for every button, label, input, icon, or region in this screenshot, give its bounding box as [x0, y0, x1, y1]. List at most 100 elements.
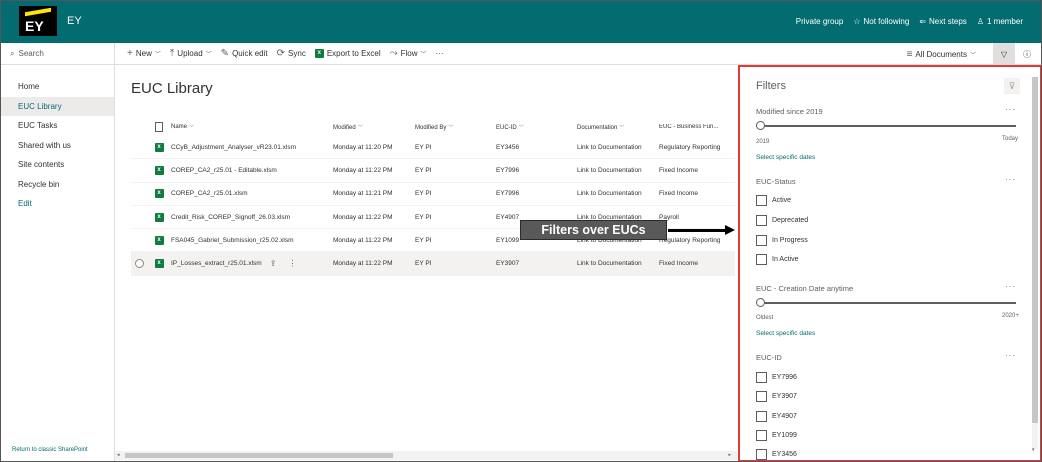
modified-by-cell[interactable]: EY PI — [415, 237, 496, 244]
table-row-hovered[interactable]: x IP_Losses_extract_r25.01.xlsm ⇪ ⋮ Mond… — [131, 252, 735, 276]
file-name[interactable]: Credit_Risk_COREP_Signoff_26.03.xlsm — [171, 214, 333, 221]
euc-id-cell: EY7996 — [496, 166, 520, 174]
members-button[interactable]: ♙ 1 member — [977, 17, 1023, 26]
clear-filter-icon[interactable]: ⊽ — [1004, 78, 1020, 94]
modified-slider-max: Today — [1002, 136, 1019, 142]
modified-by-cell[interactable]: EY PI — [415, 167, 496, 174]
nav-item-euc-library[interactable]: EUC Library — [1, 96, 114, 116]
file-name[interactable]: COREP_CA2_r25.01.xlsm — [171, 190, 333, 197]
column-header-business-function[interactable]: EUC - Business Fun... — [659, 124, 729, 130]
column-header-name[interactable]: Name ﹀ — [171, 124, 333, 131]
checkbox[interactable] — [756, 391, 767, 402]
file-name[interactable]: IP_Losses_extract_r25.01.xlsm ⇪ ⋮ — [171, 259, 333, 268]
nav-item-euc-tasks[interactable]: EUC Tasks — [1, 116, 114, 136]
nav-item-home[interactable]: Home — [1, 77, 114, 97]
info-icon[interactable]: ⓘ — [1023, 49, 1031, 60]
modified-by-cell[interactable]: EY PI — [415, 190, 496, 197]
next-steps-button[interactable]: ⇐ Next steps — [919, 17, 967, 26]
site-title[interactable]: EY — [67, 15, 82, 27]
scroll-right-icon[interactable]: ▸ — [728, 452, 731, 458]
checkbox[interactable] — [756, 195, 767, 206]
creation-more-button[interactable]: ··· — [1005, 282, 1016, 291]
column-header-modified-by[interactable]: Modified By ﹀ — [415, 124, 496, 131]
scroll-left-icon[interactable]: ◂ — [117, 452, 120, 458]
view-selector[interactable]: ≡ All Documents ﹀ — [907, 49, 976, 60]
file-type-header[interactable] — [147, 122, 171, 132]
checkbox[interactable] — [756, 411, 767, 422]
file-name[interactable]: CCyB_Adjustment_Analyser_vR23.01.xlsm — [171, 144, 333, 151]
return-to-classic-link[interactable]: Return to classic SharePoint — [12, 447, 88, 453]
modified-slider-thumb[interactable] — [756, 121, 765, 130]
upload-button[interactable]: ⤒ Upload ﹀ — [170, 48, 212, 59]
documentation-link[interactable]: Link to Documentation — [577, 167, 659, 174]
share-icon[interactable]: ⇪ — [270, 259, 277, 268]
status-option-in-active[interactable]: In Active — [756, 254, 798, 265]
euc-id-option[interactable]: EY4907 — [756, 411, 797, 422]
row-select-radio[interactable] — [134, 259, 144, 269]
new-button[interactable]: + New ﹀ — [127, 48, 161, 59]
euc-id-option[interactable]: EY3456 — [756, 449, 797, 460]
modified-cell: Monday at 11:21 PM — [333, 190, 393, 198]
status-option-deprecated[interactable]: Deprecated — [756, 215, 808, 226]
column-header-documentation[interactable]: Documentation ﹀ — [577, 124, 659, 131]
nav-edit-link[interactable]: Edit — [1, 194, 114, 214]
follow-button[interactable]: ☆ Not following — [853, 17, 909, 26]
documentation-link[interactable]: Link to Documentation — [577, 190, 659, 197]
file-name[interactable]: COREP_CA2_r25.01 - Editable.xlsm — [171, 167, 333, 174]
modified-by-cell[interactable]: EY PI — [415, 260, 496, 267]
column-header-euc-id[interactable]: EUC-ID ﹀ — [496, 124, 577, 131]
checkbox[interactable] — [756, 372, 767, 383]
checkbox[interactable] — [756, 235, 767, 246]
euc-id-option[interactable]: EY3907 — [756, 391, 797, 402]
modified-select-dates-link[interactable]: Select specific dates — [756, 154, 815, 161]
flow-button[interactable]: ⤳ Flow ﹀ — [390, 48, 427, 59]
documentation-link[interactable]: Link to Documentation — [577, 144, 659, 151]
modified-more-button[interactable]: ··· — [1005, 105, 1016, 114]
modified-slider-track[interactable] — [758, 125, 1016, 127]
table-row[interactable]: x COREP_CA2_r25.01.xlsm Monday at 11:21 … — [131, 183, 735, 206]
sync-button[interactable]: ⟳ Sync — [277, 48, 306, 59]
filters-scrollbar[interactable]: ▾ — [1032, 77, 1038, 453]
creation-select-dates-link[interactable]: Select specific dates — [756, 330, 815, 337]
modified-by-cell[interactable]: EY PI — [415, 214, 496, 221]
export-excel-button[interactable]: x Export to Excel — [314, 49, 381, 58]
star-icon: ☆ — [853, 17, 861, 26]
filter-pane-button[interactable]: ▽ — [993, 43, 1015, 65]
search-box[interactable]: ⌕ Search — [1, 43, 115, 65]
file-name[interactable]: FSA045_Gabriel_Submission_r25.02.xlsm — [171, 237, 333, 244]
status-option-in-progress[interactable]: In Progress — [756, 235, 808, 246]
euc-id-option[interactable]: EY1099 — [756, 430, 797, 441]
checkbox[interactable] — [756, 449, 767, 460]
nav-item-recycle-bin[interactable]: Recycle bin — [1, 175, 114, 195]
euc-id-option[interactable]: EY7996 — [756, 372, 797, 383]
pencil-icon: ✎ — [220, 48, 230, 59]
modified-cell: Monday at 11:22 PM — [333, 236, 393, 244]
business-function-cell: Fixed Income — [659, 260, 699, 268]
ey-logo[interactable]: EY — [19, 6, 57, 36]
creation-slider-track[interactable] — [758, 302, 1016, 304]
checkbox[interactable] — [756, 430, 767, 441]
modified-by-cell[interactable]: EY PI — [415, 144, 496, 151]
scroll-down-icon[interactable]: ▾ — [1032, 447, 1035, 453]
creation-slider-thumb[interactable] — [756, 298, 765, 307]
more-actions-icon[interactable]: ⋮ — [288, 259, 296, 268]
filters-scroll-thumb[interactable] — [1032, 77, 1038, 423]
nav-item-site-contents[interactable]: Site contents — [1, 155, 114, 175]
table-row[interactable]: x COREP_CA2_r25.01 - Editable.xlsm Monda… — [131, 159, 735, 183]
status-more-button[interactable]: ··· — [1005, 175, 1016, 184]
scroll-thumb[interactable] — [125, 453, 393, 458]
status-option-active[interactable]: Active — [756, 195, 791, 206]
quick-edit-button[interactable]: ✎ Quick edit — [221, 48, 268, 59]
horizontal-scrollbar[interactable]: ◂ ▸ — [115, 451, 737, 460]
column-header-modified[interactable]: Modified ﹀ — [333, 124, 415, 131]
nav-item-shared-with-us[interactable]: Shared with us — [1, 136, 114, 156]
euc-id-more-button[interactable]: ··· — [1005, 351, 1016, 360]
row-select[interactable] — [131, 259, 147, 269]
table-row[interactable]: x CCyB_Adjustment_Analyser_vR23.01.xlsm … — [131, 136, 735, 160]
excel-icon: x — [154, 189, 164, 199]
checkbox[interactable] — [756, 254, 767, 265]
excel-icon: x — [154, 212, 164, 222]
more-commands-button[interactable]: ··· — [436, 49, 444, 58]
checkbox[interactable] — [756, 215, 767, 226]
documentation-link[interactable]: Link to Documentation — [577, 260, 659, 267]
